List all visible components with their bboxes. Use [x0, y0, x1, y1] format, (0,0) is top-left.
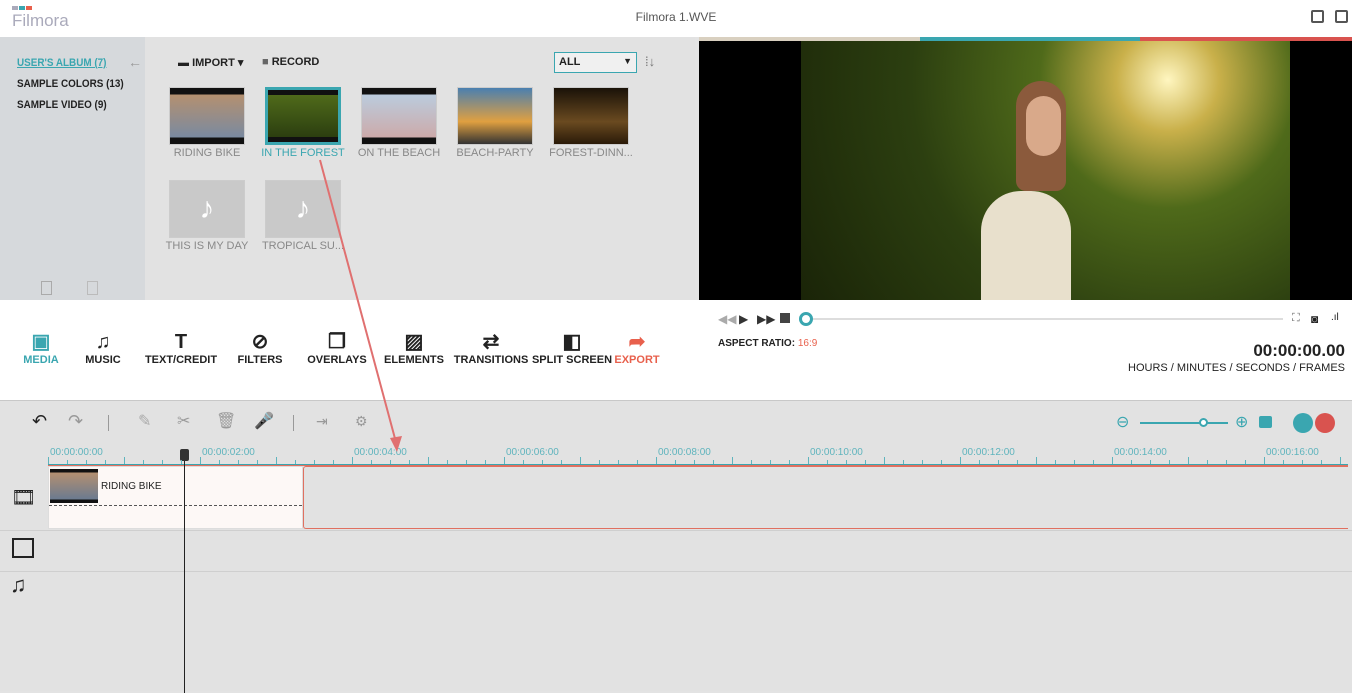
- drag-arrow: [319, 159, 402, 452]
